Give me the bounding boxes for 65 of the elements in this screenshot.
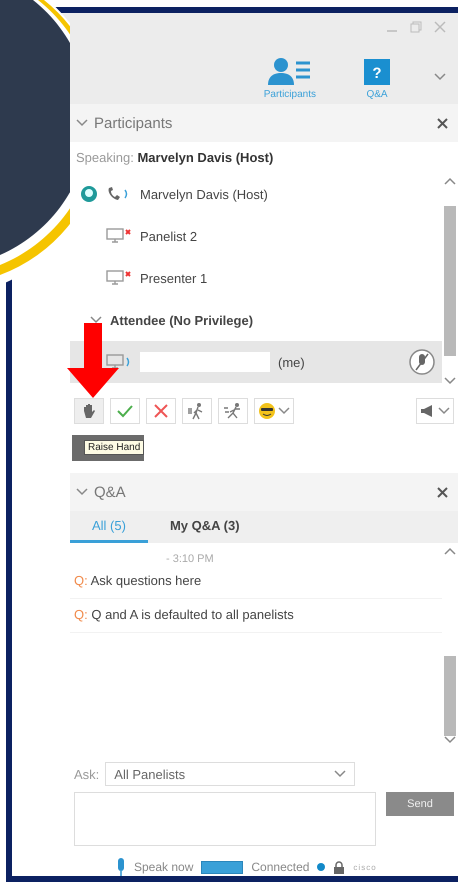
chevron-icon xyxy=(434,73,446,81)
smiley-icon xyxy=(258,402,276,420)
participant-row[interactable]: (me) xyxy=(70,341,442,383)
people-list-icon xyxy=(268,57,312,85)
participant-row[interactable]: Presenter 1 xyxy=(70,257,442,299)
go-slower-button[interactable] xyxy=(182,398,212,424)
participant-row[interactable]: Panelist 2 xyxy=(70,215,442,257)
go-faster-button[interactable] xyxy=(218,398,248,424)
chevron-icon xyxy=(444,377,456,385)
connection-dot xyxy=(317,863,326,871)
chevron-icon xyxy=(444,177,456,185)
raise-hand-button[interactable] xyxy=(74,398,104,424)
status-orb-icon xyxy=(80,185,98,203)
panel-header[interactable]: Q&A xyxy=(76,484,126,500)
lock-icon xyxy=(333,860,346,874)
microphone-icon xyxy=(116,858,126,876)
qa-tab[interactable]: My Q&A (3) xyxy=(148,511,262,543)
chevron-icon xyxy=(90,316,102,324)
announce-button[interactable] xyxy=(416,398,454,424)
participant-row[interactable]: Marvelyn Davis (Host) xyxy=(70,173,442,215)
scrollbar-thumb[interactable] xyxy=(444,206,456,356)
send-button[interactable]: Send xyxy=(386,792,454,816)
recipient-select[interactable]: All Panelists xyxy=(105,762,356,786)
participant-row[interactable]: Attendee (No Privilege) xyxy=(70,299,442,341)
cross-icon xyxy=(154,404,168,418)
monitor-icon xyxy=(106,228,132,244)
ask-label: Ask: xyxy=(74,766,100,782)
chevron-icon xyxy=(278,407,290,415)
speaking-label: Speaking: xyxy=(76,150,135,165)
no-button[interactable] xyxy=(146,398,176,424)
close-icon[interactable] xyxy=(437,486,448,498)
question-text: Q: Ask questions here xyxy=(70,565,442,599)
tooltip-text: Raise Hand xyxy=(84,440,144,455)
speaker-name: Marvelyn Davis (Host) xyxy=(137,150,274,165)
muted-mic-icon[interactable] xyxy=(408,348,436,376)
participant-name: (me) xyxy=(278,354,305,370)
scrollbar-thumb[interactable] xyxy=(444,656,456,736)
timestamp: - 3:10 PM xyxy=(165,552,215,565)
chevron-icon xyxy=(76,488,88,496)
logo: cisco xyxy=(353,862,377,872)
participant-name: Panelist 2 xyxy=(140,228,198,244)
chevron-icon xyxy=(444,736,456,744)
audio-meter xyxy=(201,860,244,874)
running-person-icon xyxy=(223,402,243,420)
participant-name: Attendee (No Privilege) xyxy=(110,312,254,328)
check-icon xyxy=(117,404,133,418)
hand-icon xyxy=(82,403,96,419)
connection-status: Connected xyxy=(251,860,310,874)
chevron-icon xyxy=(334,770,346,778)
question-input[interactable] xyxy=(74,792,376,846)
panel-header[interactable]: Participants xyxy=(76,114,172,132)
chevron-icon xyxy=(76,119,88,127)
close-icon[interactable] xyxy=(437,118,448,128)
chevron-icon xyxy=(438,407,450,415)
question-icon: ? xyxy=(364,59,390,85)
monitor-icon xyxy=(106,354,132,370)
monitor-icon xyxy=(106,270,132,286)
question-text: Q: Q and A is defaulted to all panelists xyxy=(70,599,442,633)
participant-name: Marvelyn Davis (Host) xyxy=(140,186,268,202)
chevron-icon xyxy=(444,547,456,555)
participant-name: Presenter 1 xyxy=(140,270,208,286)
speak-label: Speak now xyxy=(134,860,194,874)
emoticon-button[interactable] xyxy=(254,398,294,424)
yes-button[interactable] xyxy=(110,398,140,424)
panel-tab[interactable]: ? Q&A xyxy=(360,59,394,100)
